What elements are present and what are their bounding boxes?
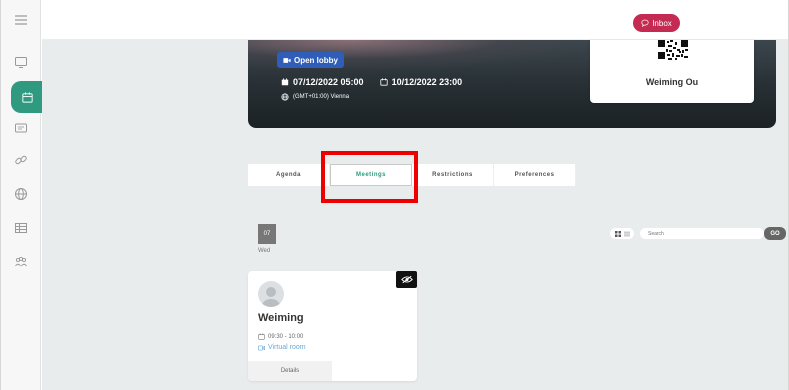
meeting-name: Weiming xyxy=(258,312,304,324)
group-icon[interactable] xyxy=(11,252,31,272)
avatar xyxy=(258,281,284,307)
table-icon[interactable] xyxy=(11,218,31,238)
calendar-icon xyxy=(21,91,33,103)
timezone-label: (GMT+01:00) Vienna xyxy=(293,94,350,100)
menu-icon[interactable] xyxy=(11,10,31,30)
day-selector[interactable]: 07 xyxy=(258,224,276,244)
qr-code-icon xyxy=(657,40,689,60)
details-button[interactable]: Details xyxy=(248,361,332,381)
tab-agenda[interactable]: Agenda xyxy=(248,164,330,186)
calendar-icon xyxy=(379,78,388,86)
tab-restrictions[interactable]: Restrictions xyxy=(412,164,494,186)
chat-bubble-icon xyxy=(641,19,649,27)
open-lobby-label: Open lobby xyxy=(294,55,338,65)
tab-preferences[interactable]: Preferences xyxy=(494,164,576,186)
event-dates: 07/12/2022 05:00 10/12/2022 23:00 xyxy=(281,77,462,87)
monitor-icon[interactable] xyxy=(11,52,31,72)
meeting-time-label: 09:30 - 10:00 xyxy=(268,333,304,340)
sidebar-item-calendar[interactable] xyxy=(11,81,43,113)
user-name: Weiming Ou xyxy=(645,77,699,87)
event-start: 07/12/2022 05:00 xyxy=(293,77,364,87)
event-timezone: (GMT+01:00) Vienna xyxy=(281,93,349,101)
list-view-icon xyxy=(623,231,630,236)
meeting-time: 09:30 - 10:00 xyxy=(258,333,303,340)
sidebar xyxy=(1,0,43,390)
view-toggle[interactable] xyxy=(610,228,634,239)
main-content: Open lobby 07/12/2022 05:00 10/12/2022 2… xyxy=(42,40,788,390)
search-input[interactable] xyxy=(640,228,764,239)
meeting-room-label: Virtual room xyxy=(268,344,306,351)
meeting-room-link[interactable]: Virtual room xyxy=(258,344,306,351)
video-camera-icon xyxy=(283,57,291,63)
contact-card-icon[interactable] xyxy=(11,118,31,138)
link-icon[interactable] xyxy=(11,150,31,170)
meeting-card[interactable]: Weiming 09:30 - 10:00 Virtual room Detai… xyxy=(248,271,417,381)
globe-icon xyxy=(281,93,289,101)
event-end: 10/12/2022 23:00 xyxy=(391,77,463,87)
day-name: Wed xyxy=(258,248,271,254)
hidden-eye-icon[interactable] xyxy=(396,271,417,288)
user-card[interactable]: Weiming Ou xyxy=(590,40,754,103)
calendar-icon xyxy=(258,333,265,340)
calendar-icon xyxy=(281,78,289,86)
grid-view-icon xyxy=(614,230,621,237)
go-button[interactable]: GO xyxy=(764,227,786,240)
globe-icon[interactable] xyxy=(11,184,31,204)
open-lobby-button[interactable]: Open lobby xyxy=(277,52,344,68)
highlight-box xyxy=(321,151,418,203)
inbox-label: Inbox xyxy=(652,18,672,28)
video-camera-icon xyxy=(258,345,265,350)
inbox-button[interactable]: Inbox xyxy=(633,14,680,32)
